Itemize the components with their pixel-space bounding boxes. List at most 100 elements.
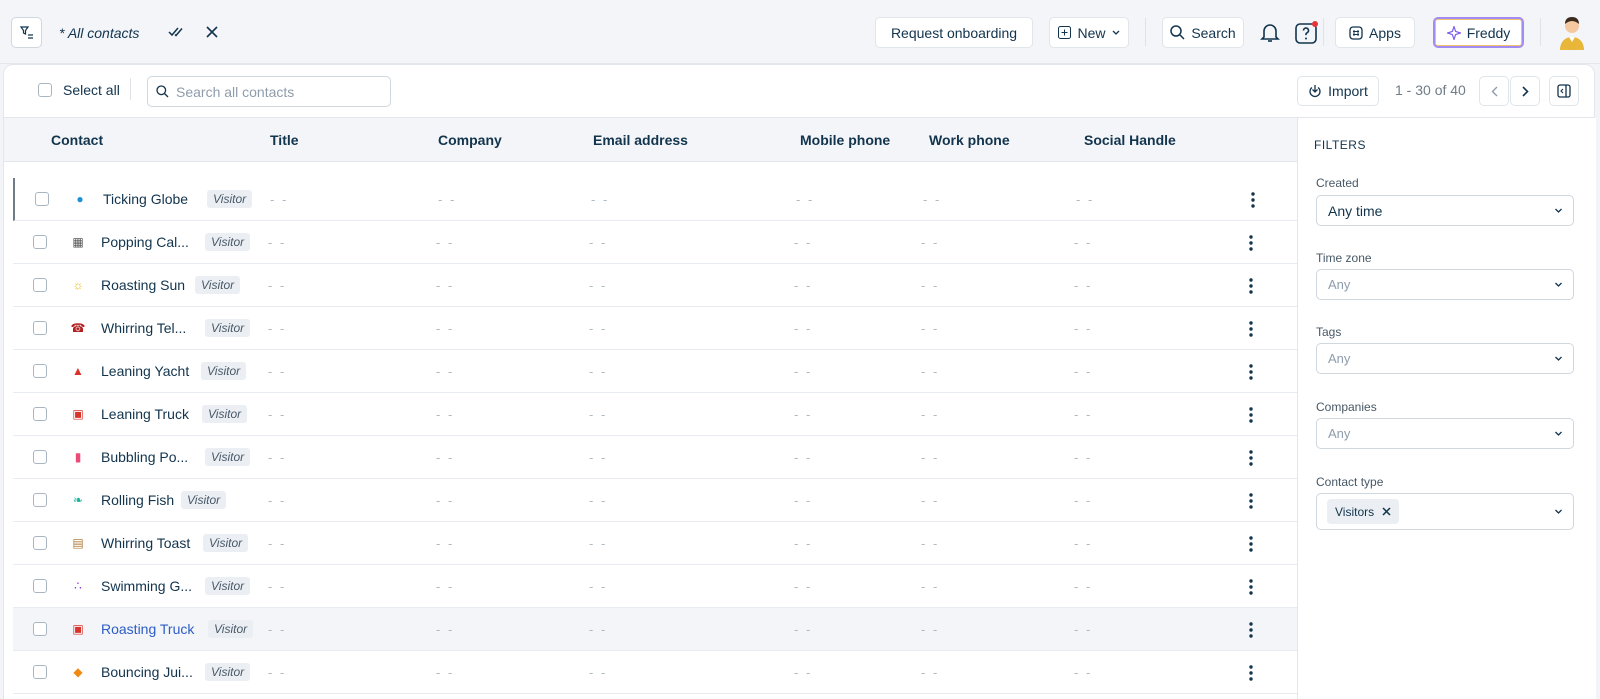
row-actions-button[interactable] (1243, 233, 1259, 253)
apps-button[interactable]: Apps (1335, 17, 1415, 48)
freddy-ai-button[interactable]: Freddy (1433, 17, 1524, 48)
remove-chip-icon[interactable] (1382, 507, 1391, 516)
timezone-filter-select[interactable]: Any (1316, 269, 1574, 300)
contact-name-link[interactable]: Leaning Truck (101, 406, 189, 422)
empty-cell-value: - - (794, 622, 813, 637)
tags-filter-select[interactable]: Any (1316, 343, 1574, 374)
request-onboarding-button[interactable]: Request onboarding (875, 17, 1033, 48)
avatar[interactable] (1555, 14, 1589, 50)
empty-cell-value: - - (589, 665, 608, 680)
help-button[interactable] (1294, 20, 1320, 46)
next-page-button[interactable] (1510, 76, 1540, 106)
chevron-down-icon (1555, 509, 1562, 514)
table-row[interactable]: ● Ticking Globe Visitor - - - - - - - - - - - - (13, 178, 1297, 221)
empty-cell-value: - - (436, 493, 455, 508)
contact-name-link[interactable]: Whirring Toast (101, 535, 190, 551)
contact-type-chip-label: Visitors (1335, 504, 1375, 519)
notifications-button[interactable] (1258, 20, 1282, 44)
filter-views-button[interactable] (11, 17, 42, 48)
discard-view-button[interactable] (202, 22, 222, 42)
table-row[interactable]: ☼ Roasting Sun Visitor - - - - - - - - - - - - (13, 264, 1297, 307)
column-header-mobile-phone[interactable]: Mobile phone (800, 132, 890, 148)
import-button[interactable]: Import (1297, 76, 1379, 106)
row-actions-button[interactable] (1243, 577, 1259, 597)
row-checkbox[interactable] (33, 536, 47, 550)
column-header-contact[interactable]: Contact (51, 132, 103, 148)
row-actions-button[interactable] (1243, 405, 1259, 425)
previous-page-button[interactable] (1479, 76, 1509, 106)
row-actions-button[interactable] (1243, 663, 1259, 683)
apps-label: Apps (1369, 24, 1401, 41)
table-header: Contact Title Company Email address Mobi… (4, 118, 1297, 162)
contact-name-link[interactable]: Roasting Sun (101, 277, 185, 293)
table-row[interactable]: ▣ Roasting Truck Visitor - - - - - - - - - - - - (13, 608, 1297, 651)
column-header-company[interactable]: Company (438, 132, 502, 148)
tags-filter-placeholder: Any (1328, 351, 1351, 366)
column-header-social-handle[interactable]: Social Handle (1084, 132, 1176, 148)
save-view-button[interactable] (166, 22, 186, 42)
table-row[interactable]: ❧ Rolling Fish Visitor - - - - - - - - - - - - (13, 479, 1297, 522)
table-row[interactable]: ▣ Leaning Truck Visitor - - - - - - - - - - - - (13, 393, 1297, 436)
table-row[interactable]: ▤ Whirring Toast Visitor - - - - - - - - - - - - (13, 522, 1297, 565)
select-all-checkbox[interactable] (38, 83, 52, 97)
contact-name-link[interactable]: Rolling Fish (101, 492, 174, 508)
empty-cell-value: - - (921, 364, 940, 379)
row-actions-button[interactable] (1243, 534, 1259, 554)
row-checkbox[interactable] (33, 493, 47, 507)
table-row[interactable]: ◆ Bouncing Jui... Visitor - - - - - - - - - - - … (13, 651, 1297, 694)
toggle-filters-panel-button[interactable] (1549, 76, 1579, 106)
empty-cell-value: - - (436, 579, 455, 594)
row-checkbox[interactable] (33, 622, 47, 636)
chevron-left-icon (1491, 86, 1497, 96)
contact-name-link[interactable]: Ticking Globe (103, 191, 188, 207)
row-checkbox[interactable] (33, 321, 47, 335)
row-checkbox[interactable] (33, 450, 47, 464)
row-checkbox[interactable] (33, 235, 47, 249)
row-actions-button[interactable] (1243, 362, 1259, 382)
contact-name-link[interactable]: Bouncing Jui... (101, 664, 193, 680)
contact-type-filter-select[interactable]: Visitors (1316, 493, 1574, 530)
contact-name-link[interactable]: Roasting Truck (101, 621, 194, 637)
table-row[interactable]: ▲ Leaning Yacht Visitor - - - - - - - - - - - - (13, 350, 1297, 393)
empty-cell-value: - - (921, 278, 940, 293)
global-search-button[interactable]: Search (1162, 17, 1244, 48)
row-checkbox[interactable] (35, 192, 49, 206)
row-actions-button[interactable] (1245, 190, 1261, 210)
row-checkbox[interactable] (33, 364, 47, 378)
table-row[interactable]: ☎ Whirring Tel... Visitor - - - - - - - - - - - … (13, 307, 1297, 350)
contact-name-link[interactable]: Leaning Yacht (101, 363, 189, 379)
column-header-title[interactable]: Title (270, 132, 299, 148)
empty-cell-value: - - (438, 192, 457, 207)
search-contacts-input[interactable] (176, 83, 376, 101)
column-header-email[interactable]: Email address (593, 132, 688, 148)
row-checkbox[interactable] (33, 407, 47, 421)
empty-cell-value: - - (794, 493, 813, 508)
row-checkbox[interactable] (33, 665, 47, 679)
row-actions-button[interactable] (1243, 448, 1259, 468)
empty-cell-value: - - (268, 321, 287, 336)
contact-name-link[interactable]: Swimming G... (101, 578, 192, 594)
empty-cell-value: - - (1076, 192, 1095, 207)
row-actions-button[interactable] (1243, 319, 1259, 339)
contact-name-link[interactable]: Popping Cal... (101, 234, 189, 250)
table-row[interactable]: ▦ Popping Cal... Visitor - - - - - - - - - - - - (13, 221, 1297, 264)
sidebar-panel-icon (1557, 84, 1571, 98)
companies-filter-select[interactable]: Any (1316, 418, 1574, 449)
search-icon (156, 85, 169, 98)
table-row[interactable]: ▮ Bubbling Po... Visitor - - - - - - - - - - - - (13, 436, 1297, 479)
more-vertical-icon (1249, 407, 1253, 423)
row-actions-button[interactable] (1243, 491, 1259, 511)
row-checkbox[interactable] (33, 579, 47, 593)
column-header-work-phone[interactable]: Work phone (929, 132, 1010, 148)
row-checkbox[interactable] (33, 278, 47, 292)
contact-name-link[interactable]: Bubbling Po... (101, 449, 188, 465)
empty-cell-value: - - (268, 493, 287, 508)
created-filter-select[interactable]: Any time (1316, 195, 1574, 226)
contact-type-badge: Visitor (205, 663, 251, 681)
empty-cell-value: - - (436, 364, 455, 379)
new-button[interactable]: New (1049, 17, 1129, 48)
table-row[interactable]: ∴ Swimming G... Visitor - - - - - - - - - - - - (13, 565, 1297, 608)
row-actions-button[interactable] (1243, 620, 1259, 640)
contact-name-link[interactable]: Whirring Tel... (101, 320, 186, 336)
row-actions-button[interactable] (1243, 276, 1259, 296)
